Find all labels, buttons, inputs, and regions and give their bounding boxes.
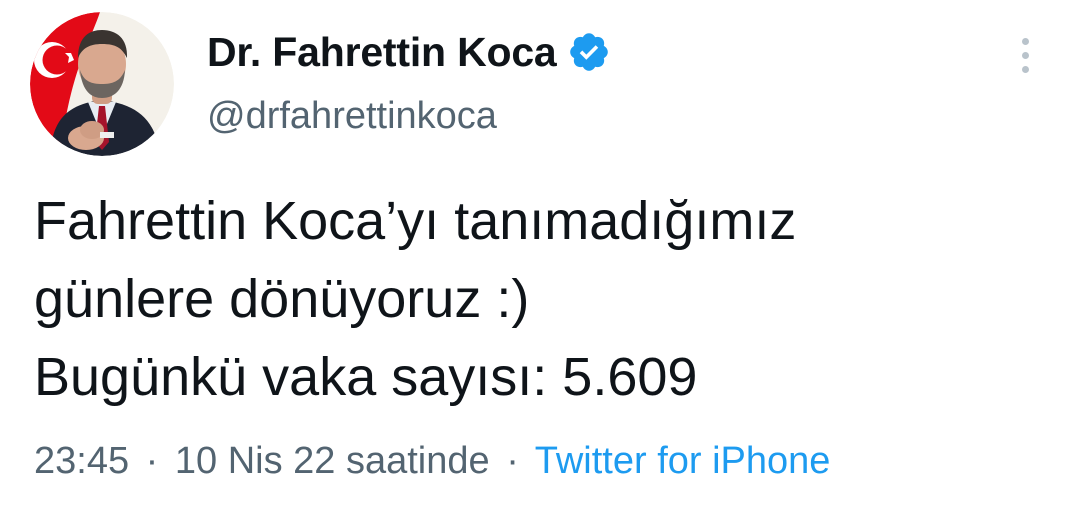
tweet-card: Dr. Fahrettin Koca @drfahrettinkoca Fahr… xyxy=(0,0,1080,506)
avatar[interactable] xyxy=(30,12,174,156)
meta-separator: · xyxy=(145,440,159,482)
author-name-row: Dr. Fahrettin Koca xyxy=(207,22,611,82)
tweet-text-line: Bugünkü vaka sayısı: 5.609 xyxy=(34,347,698,407)
author-display-name[interactable]: Dr. Fahrettin Koca xyxy=(207,29,557,76)
more-dot xyxy=(1022,66,1029,73)
tweet-text-line: Fahrettin Koca’yı tanımadığımız xyxy=(34,191,797,251)
meta-separator: · xyxy=(506,440,519,482)
more-dot xyxy=(1022,52,1029,59)
verified-badge-icon xyxy=(567,30,611,74)
tweet-text: Fahrettin Koca’yı tanımadığımız günlere … xyxy=(34,182,1054,416)
author-handle[interactable]: @drfahrettinkoca xyxy=(207,95,497,138)
tweet-text-line: günlere dönüyoruz :) xyxy=(34,269,530,329)
tweet-time[interactable]: 23:45 xyxy=(34,440,129,482)
more-dot xyxy=(1022,38,1029,45)
tweet-source-link[interactable]: Twitter for iPhone xyxy=(535,440,831,482)
tweet-date[interactable]: 10 Nis 22 saatinde xyxy=(175,440,490,482)
more-vertical-icon[interactable] xyxy=(1012,34,1040,78)
tweet-meta: 23:45 · 10 Nis 22 saatinde · Twitter for… xyxy=(34,440,830,483)
profile-photo-icon xyxy=(30,12,174,156)
